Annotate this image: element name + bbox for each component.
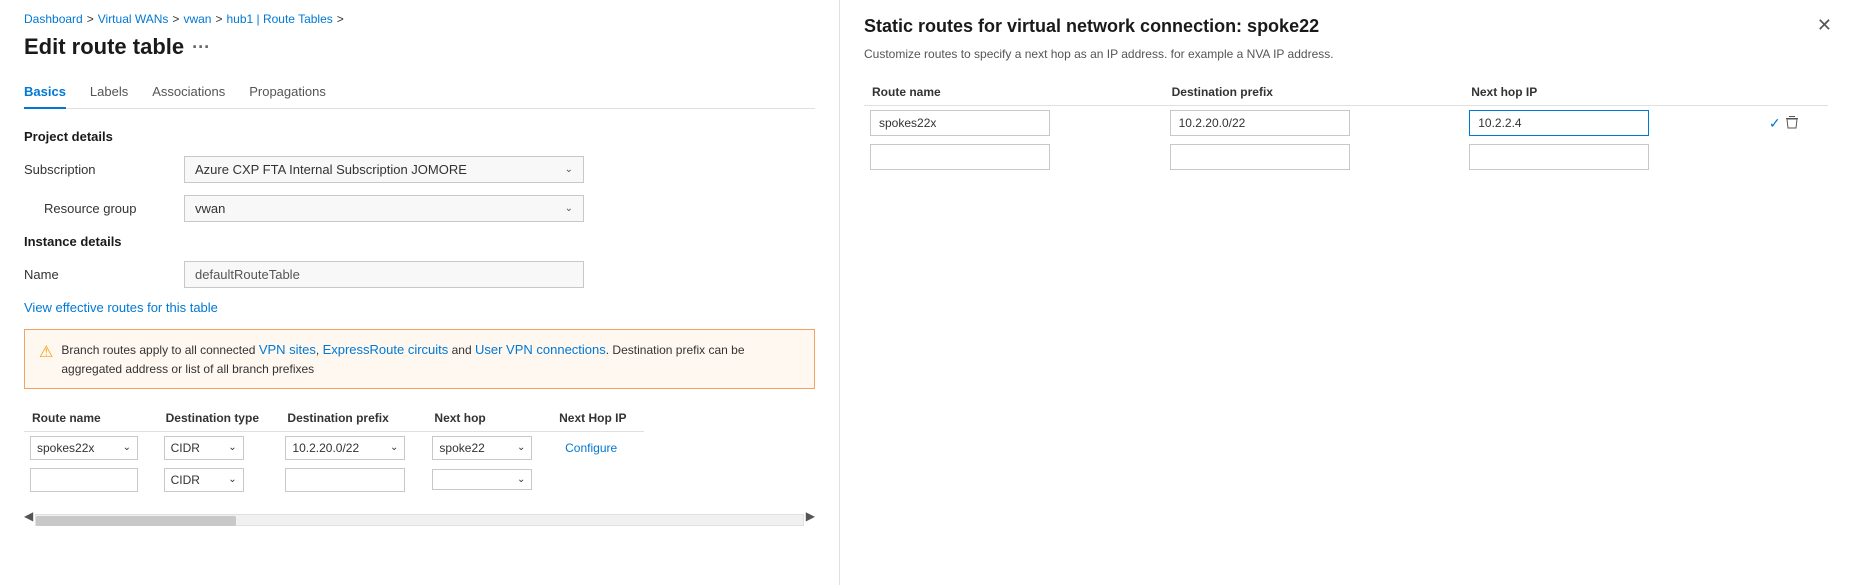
instance-details-title: Instance details xyxy=(24,234,815,249)
static-route-row: ✓ xyxy=(864,106,1828,141)
sr-route-name-input-1[interactable] xyxy=(870,110,1050,136)
resource-group-dropdown[interactable]: vwan ⌄ xyxy=(184,195,584,222)
more-options-button[interactable]: ··· xyxy=(192,37,210,58)
destination-type-select-2[interactable]: CIDR ⌄ xyxy=(164,468,244,492)
next-hop-select-2[interactable]: ⌄ xyxy=(432,469,532,490)
resource-group-row: Resource group vwan ⌄ xyxy=(24,195,815,222)
close-button[interactable]: ✕ xyxy=(1817,16,1832,34)
col-destination-prefix: Destination prefix xyxy=(279,405,426,432)
view-effective-routes-link[interactable]: View effective routes for this table xyxy=(24,300,218,315)
tab-labels[interactable]: Labels xyxy=(90,76,128,109)
left-panel: Dashboard > Virtual WANs > vwan > hub1 |… xyxy=(0,0,840,585)
next-hop-2-chevron-icon: ⌄ xyxy=(517,474,525,485)
warning-icon: ⚠ xyxy=(39,341,53,365)
panel-subtitle: Customize routes to specify a next hop a… xyxy=(864,45,1828,63)
sr-delete-button-1[interactable] xyxy=(1785,115,1799,132)
sr-next-hop-input-2[interactable] xyxy=(1469,144,1649,170)
destination-prefix-input-2[interactable] xyxy=(285,468,405,492)
route-table: Route name Destination type Destination … xyxy=(24,405,644,496)
col-destination-type: Destination type xyxy=(158,405,280,432)
breadcrumb: Dashboard > Virtual WANs > vwan > hub1 |… xyxy=(24,12,815,26)
sr-dest-prefix-input-2[interactable] xyxy=(1170,144,1350,170)
sr-route-name-input-2[interactable] xyxy=(870,144,1050,170)
project-details-title: Project details xyxy=(24,129,815,144)
col-next-hop-ip: Next Hop IP xyxy=(551,405,644,432)
sr-row-1-actions: ✓ xyxy=(1769,115,1822,132)
route-table-container: Route name Destination type Destination … xyxy=(24,405,815,526)
breadcrumb-route-tables[interactable]: hub1 | Route Tables xyxy=(226,12,332,26)
resource-group-value: vwan xyxy=(195,201,225,216)
table-row: spokes22x ⌄ CIDR ⌄ 10.2.20.0/22 ⌄ xyxy=(24,431,644,464)
right-panel: ✕ Static routes for virtual network conn… xyxy=(840,0,1852,585)
col-next-hop: Next hop xyxy=(426,405,551,432)
page-title: Edit route table xyxy=(24,34,184,60)
name-label: Name xyxy=(24,267,184,282)
dest-type-2-chevron-icon: ⌄ xyxy=(228,474,236,485)
vpn-sites-link[interactable]: VPN sites xyxy=(259,342,316,357)
sr-col-route-name: Route name xyxy=(864,79,1164,106)
tab-bar: Basics Labels Associations Propagations xyxy=(24,76,815,109)
name-input: defaultRouteTable xyxy=(184,261,584,288)
horizontal-scrollbar[interactable] xyxy=(35,514,804,526)
user-vpn-link[interactable]: User VPN connections xyxy=(475,342,606,357)
subscription-label: Subscription xyxy=(24,162,184,177)
dest-prefix-chevron-icon: ⌄ xyxy=(390,442,398,453)
breadcrumb-virtual-wans[interactable]: Virtual WANs xyxy=(98,12,169,26)
page-title-container: Edit route table ··· xyxy=(24,34,815,60)
sr-next-hop-input-1[interactable] xyxy=(1469,110,1649,136)
sr-confirm-button-1[interactable]: ✓ xyxy=(1769,115,1781,132)
tab-propagations[interactable]: Propagations xyxy=(249,76,326,109)
subscription-value: Azure CXP FTA Internal Subscription JOMO… xyxy=(195,162,467,177)
scroll-left-icon[interactable]: ◀ xyxy=(24,509,33,523)
configure-link-1[interactable]: Configure xyxy=(557,441,625,455)
tab-associations[interactable]: Associations xyxy=(152,76,225,109)
subscription-dropdown[interactable]: Azure CXP FTA Internal Subscription JOMO… xyxy=(184,156,584,183)
tab-basics[interactable]: Basics xyxy=(24,76,66,109)
destination-type-select-1[interactable]: CIDR ⌄ xyxy=(164,436,244,460)
sr-col-next-hop-ip: Next hop IP xyxy=(1463,79,1763,106)
expressroute-link[interactable]: ExpressRoute circuits xyxy=(323,342,449,357)
name-row: Name defaultRouteTable xyxy=(24,261,815,288)
resource-group-label: Resource group xyxy=(24,201,184,216)
subscription-chevron-icon: ⌄ xyxy=(565,164,573,175)
col-route-name: Route name xyxy=(24,405,158,432)
resource-group-chevron-icon: ⌄ xyxy=(565,203,573,214)
static-route-row xyxy=(864,140,1828,174)
table-row: CIDR ⌄ ⌄ xyxy=(24,464,644,496)
subscription-row: Subscription Azure CXP FTA Internal Subs… xyxy=(24,156,815,183)
destination-prefix-input-1[interactable]: 10.2.20.0/22 ⌄ xyxy=(285,436,405,460)
sr-col-dest-prefix: Destination prefix xyxy=(1164,79,1464,106)
warning-text: Branch routes apply to all connected VPN… xyxy=(61,340,800,378)
scrollbar-thumb xyxy=(36,516,236,526)
route-name-chevron-icon: ⌄ xyxy=(123,442,131,453)
route-name-input-1[interactable]: spokes22x ⌄ xyxy=(30,436,138,460)
warning-box: ⚠ Branch routes apply to all connected V… xyxy=(24,329,815,389)
static-route-table: Route name Destination prefix Next hop I… xyxy=(864,79,1828,174)
sr-dest-prefix-input-1[interactable] xyxy=(1170,110,1350,136)
next-hop-select-1[interactable]: spoke22 ⌄ xyxy=(432,436,532,460)
next-hop-chevron-icon: ⌄ xyxy=(517,442,525,453)
dest-type-chevron-icon: ⌄ xyxy=(228,442,236,453)
route-name-input-2[interactable] xyxy=(30,468,138,492)
breadcrumb-dashboard[interactable]: Dashboard xyxy=(24,12,83,26)
panel-title: Static routes for virtual network connec… xyxy=(864,16,1828,37)
scroll-right-icon[interactable]: ▶ xyxy=(806,509,815,523)
sr-col-actions xyxy=(1763,79,1828,106)
breadcrumb-vwan[interactable]: vwan xyxy=(183,12,211,26)
